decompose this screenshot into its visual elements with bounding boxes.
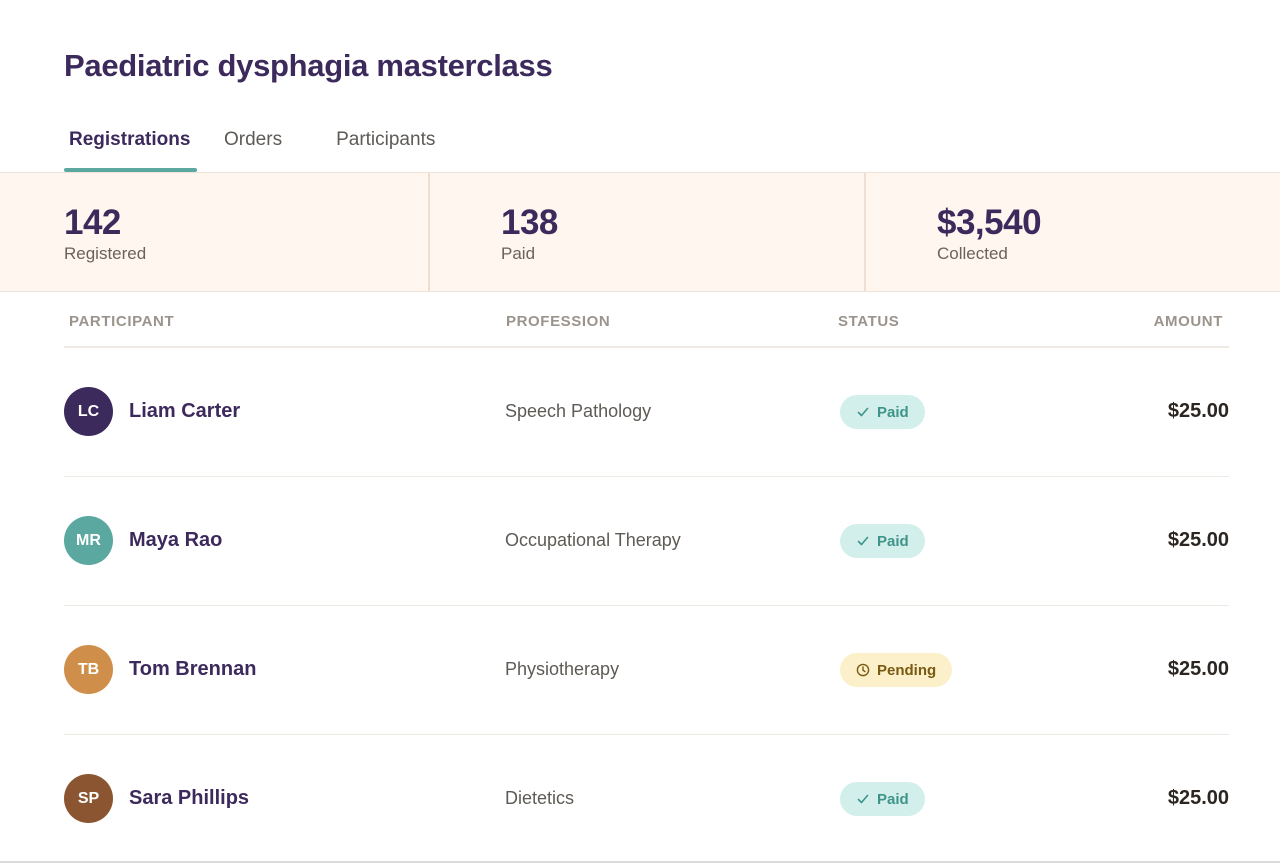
stats-summary: 142 Registered 138 Paid $3,540 Collected (0, 172, 1280, 292)
profession-cell: Physiotherapy (505, 659, 620, 679)
tab-orders[interactable]: Orders (224, 122, 282, 172)
stat-value: 138 (501, 203, 558, 242)
column-header-participant[interactable]: PARTICIPANT (69, 313, 174, 330)
registrations-table: PARTICIPANT PROFESSION STATUS AMOUNT LC … (64, 292, 1229, 863)
tab-bar: Registrations Orders Participants (64, 122, 435, 172)
tab-registrations[interactable]: Registrations (64, 122, 197, 172)
stat-value: 142 (64, 203, 121, 242)
status-badge: Pending (840, 653, 953, 687)
stat-label: Registered (64, 244, 147, 263)
profession-cell: Speech Pathology (505, 401, 652, 421)
column-header-profession[interactable]: PROFESSION (506, 313, 610, 330)
status-badge: Paid (840, 395, 925, 429)
tab-participants[interactable]: Participants (336, 122, 435, 172)
status-label: Paid (877, 403, 909, 421)
check-icon (857, 536, 869, 546)
status-label: Paid (877, 790, 909, 808)
participant-name[interactable]: Maya Rao (129, 529, 222, 552)
check-icon (857, 407, 869, 417)
clock-icon (856, 663, 870, 677)
avatar: SP (64, 774, 113, 823)
column-header-amount[interactable]: AMOUNT (1154, 313, 1223, 330)
participant-name[interactable]: Sara Phillips (129, 787, 249, 810)
status-label: Paid (877, 532, 909, 550)
avatar: TB (64, 645, 113, 694)
status-badge: Paid (840, 524, 925, 558)
avatar: MR (64, 516, 113, 565)
registrations-page: Paediatric dysphagia masterclass Registr… (0, 0, 1280, 863)
table-row[interactable]: MR Maya Rao Occupational Therapy Paid $2… (64, 477, 1229, 606)
page-title: Paediatric dysphagia masterclass (64, 48, 553, 83)
participant-name[interactable]: Tom Brennan (129, 658, 256, 681)
table-row[interactable]: SP Sara Phillips Dietetics Paid $25.00 (64, 735, 1229, 863)
profession-cell: Dietetics (505, 788, 575, 808)
stat-label: Collected (937, 244, 1008, 263)
amount-cell: $25.00 (1167, 787, 1229, 809)
profession-cell: Occupational Therapy (505, 530, 681, 550)
table-header: PARTICIPANT PROFESSION STATUS AMOUNT (64, 292, 1229, 348)
check-icon (857, 794, 869, 804)
stat-collected: $3,540 Collected (864, 173, 1280, 291)
status-label: Pending (877, 661, 937, 679)
amount-cell: $25.00 (1167, 658, 1229, 680)
amount-cell: $25.00 (1167, 529, 1229, 551)
stat-registered: 142 Registered (0, 173, 428, 291)
status-badge: Paid (840, 782, 925, 816)
column-header-status[interactable]: STATUS (838, 313, 899, 330)
stat-value: $3,540 (937, 203, 1042, 242)
avatar: LC (64, 387, 113, 436)
stat-label: Paid (501, 244, 536, 263)
table-row[interactable]: LC Liam Carter Speech Pathology Paid $25… (64, 348, 1229, 477)
stat-paid: 138 Paid (428, 173, 864, 291)
table-row[interactable]: TB Tom Brennan Physiotherapy Pending $25… (64, 606, 1229, 735)
participant-name[interactable]: Liam Carter (129, 400, 240, 423)
amount-cell: $25.00 (1167, 400, 1229, 422)
